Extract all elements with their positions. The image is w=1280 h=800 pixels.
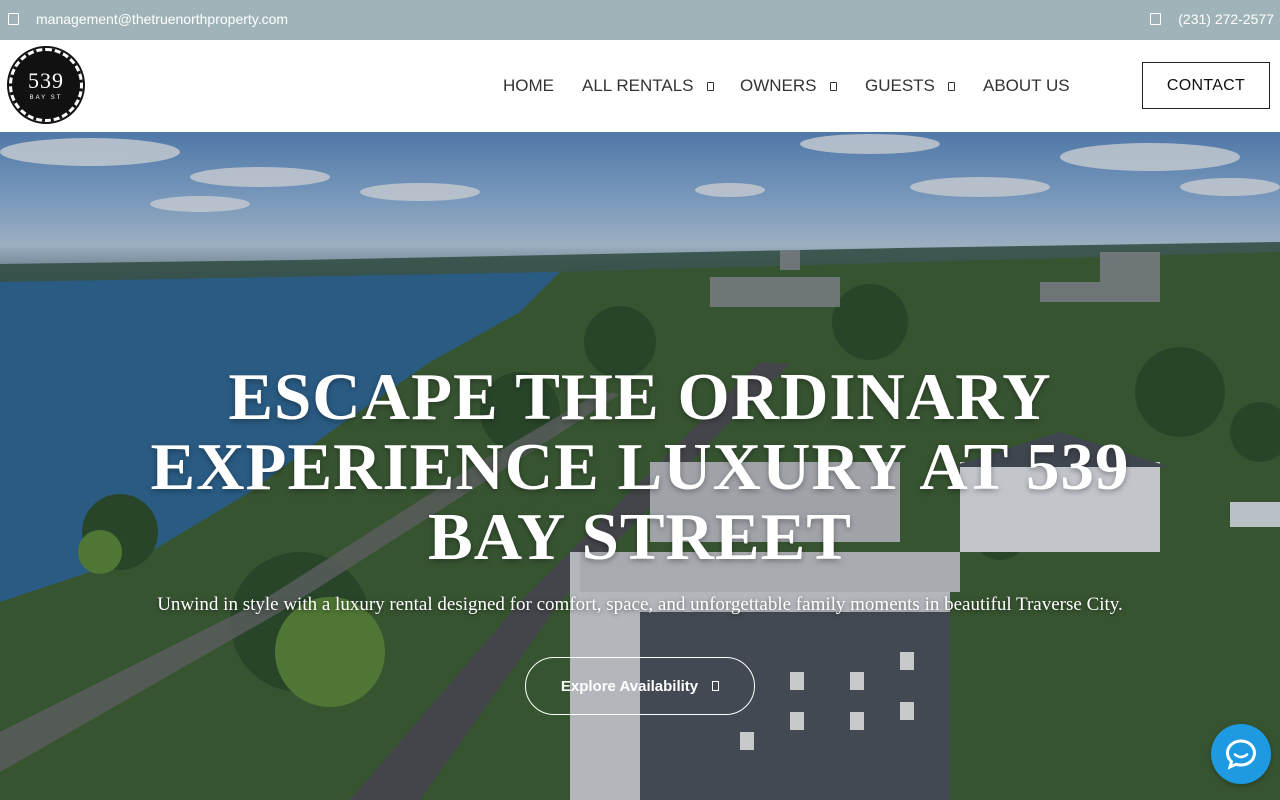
- nav-home-label: HOME: [503, 76, 554, 95]
- phone-contact[interactable]: (231) 272-2577: [1150, 11, 1274, 27]
- chevron-down-icon: [947, 81, 955, 91]
- hero-headline-line-1: ESCAPE THE ORDINARY: [228, 360, 1052, 434]
- phone-link[interactable]: (231) 272-2577: [1178, 11, 1274, 27]
- nav-guests-label: GUESTS: [865, 76, 935, 95]
- contact-button[interactable]: CONTACT: [1142, 62, 1270, 109]
- nav-guests[interactable]: GUESTS: [865, 76, 955, 96]
- nav-about-us-label: ABOUT US: [983, 76, 1070, 95]
- chat-widget-button[interactable]: [1211, 724, 1271, 784]
- hero-headline-line-2: EXPERIENCE LUXURY AT 539: [150, 430, 1130, 504]
- explore-availability-button[interactable]: Explore Availability: [525, 657, 755, 715]
- hero-subline: Unwind in style with a luxury rental des…: [157, 594, 1123, 615]
- chat-icon: [1225, 739, 1257, 770]
- nav-home[interactable]: HOME: [503, 76, 554, 96]
- hero-headline: ESCAPE THE ORDINARY EXPERIENCE LUXURY AT…: [0, 362, 1280, 572]
- email-link[interactable]: management@thetruenorthproperty.com: [36, 11, 288, 27]
- site-header: 539 BAY ST HOME ALL RENTALS OWNERS GUEST…: [0, 40, 1280, 132]
- nav-owners-label: OWNERS: [740, 76, 817, 95]
- explore-availability-label: Explore Availability: [560, 677, 699, 695]
- nav-about-us[interactable]: ABOUT US: [983, 76, 1070, 96]
- nav-all-rentals[interactable]: ALL RENTALS: [582, 76, 714, 96]
- arrow-right-icon: [712, 681, 720, 691]
- chevron-down-icon: [829, 81, 837, 91]
- nav-all-rentals-label: ALL RENTALS: [582, 76, 694, 95]
- top-info-bar: management@thetruenorthproperty.com (231…: [0, 0, 1280, 40]
- nav-owners[interactable]: OWNERS: [740, 76, 837, 96]
- phone-icon: [1150, 13, 1162, 25]
- logo-number: 539: [28, 67, 64, 93]
- envelope-icon: [8, 13, 19, 25]
- logo-subtitle: BAY ST: [29, 94, 63, 101]
- chevron-down-icon: [706, 81, 714, 91]
- hero-section: ESCAPE THE ORDINARY EXPERIENCE LUXURY AT…: [0, 132, 1280, 800]
- hero-headline-line-3: BAY STREET: [428, 500, 852, 574]
- email-contact[interactable]: management@thetruenorthproperty.com: [8, 11, 288, 27]
- site-logo[interactable]: 539 BAY ST: [7, 46, 85, 124]
